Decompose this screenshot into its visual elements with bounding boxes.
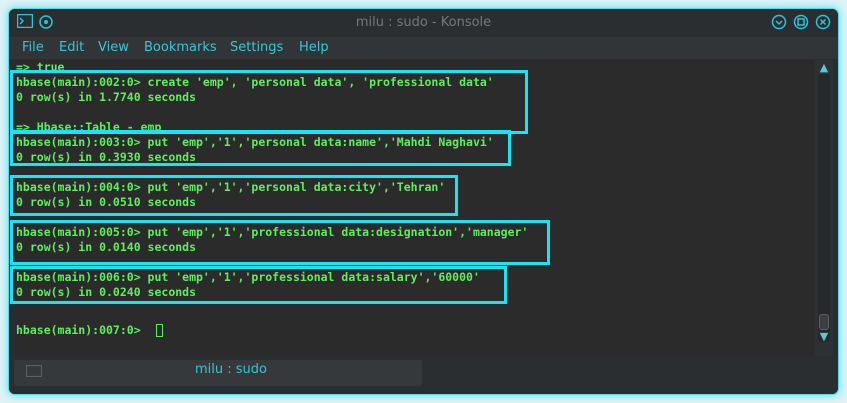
terminal-line: 0 row(s) in 0.0510 seconds [16, 195, 197, 209]
terminal-output[interactable]: => true hbase(main):002:0> create 'emp',… [15, 60, 815, 356]
terminal-line: 0 row(s) in 0.0240 seconds [16, 285, 197, 299]
minimize-icon[interactable] [771, 14, 787, 34]
scroll-track[interactable] [818, 74, 830, 342]
close-icon[interactable] [815, 14, 831, 34]
konsole-window: milu : sudo - Konsole File Edit View Boo… [9, 9, 838, 394]
scroll-thumb[interactable] [819, 314, 829, 330]
menu-bookmarks[interactable]: Bookmarks [144, 40, 217, 55]
menu-view[interactable]: View [98, 40, 129, 55]
menu-file[interactable]: File [22, 40, 44, 55]
scroll-up-icon[interactable]: ▲ [815, 61, 833, 74]
menu-settings[interactable]: Settings [230, 40, 283, 55]
terminal-line: hbase(main):002:0> create 'emp', 'person… [16, 75, 494, 89]
terminal-line: hbase(main):005:0> put 'emp','1','profes… [16, 225, 529, 239]
scroll-down-icon[interactable]: ▼ [815, 330, 833, 343]
terminal-line: 0 row(s) in 0.0140 seconds [16, 240, 197, 254]
terminal-line: hbase(main):004:0> put 'emp','1','person… [16, 180, 446, 194]
terminal-prompt-line: hbase(main):007:0> [16, 323, 148, 337]
terminal-line: 0 row(s) in 1.7740 seconds [16, 90, 197, 104]
terminal-line: hbase(main):003:0> put 'emp','1','person… [16, 135, 494, 149]
menu-edit[interactable]: Edit [59, 40, 84, 55]
terminal-line: 0 row(s) in 0.3930 seconds [16, 150, 197, 164]
text-cursor [156, 324, 163, 337]
title-bar[interactable]: milu : sudo - Konsole [9, 9, 838, 37]
window-title: milu : sudo - Konsole [355, 15, 492, 30]
terminal-line: hbase(main):006:0> put 'emp','1','profes… [16, 270, 480, 284]
terminal-line: => true [16, 60, 65, 74]
terminal-line: => Hbase::Table - emp [16, 120, 162, 134]
vertical-scrollbar[interactable]: ▲ ▼ [815, 60, 833, 356]
tab-bar: milu : sudo [9, 356, 838, 394]
tab-label: milu : sudo [195, 362, 267, 377]
menu-bar: File Edit View Bookmarks Settings Help [9, 37, 838, 59]
menu-help[interactable]: Help [299, 40, 329, 55]
maximize-icon[interactable] [793, 14, 809, 34]
